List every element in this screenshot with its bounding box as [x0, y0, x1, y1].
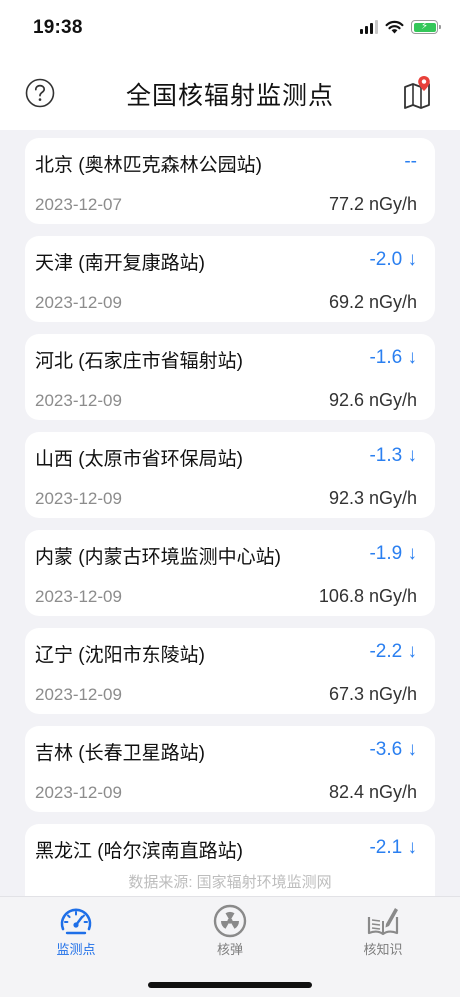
- station-card[interactable]: 北京 (奥林匹克森林公园站) -- 2023-12-07 77.2 nGy/h: [25, 138, 435, 224]
- station-name: 天津 (南开复康路站): [35, 253, 205, 274]
- tab-monitoring[interactable]: 监测点: [16, 903, 136, 958]
- station-card[interactable]: 山西 (太原市省环保局站) -1.3 ↓ 2023-12-09 92.3 nGy…: [25, 432, 435, 518]
- dose-change: -2.1 ↓: [369, 837, 417, 858]
- map-pin-icon[interactable]: [402, 75, 436, 109]
- measure-date: 2023-12-09: [35, 783, 122, 802]
- book-pen-icon: [367, 908, 399, 936]
- station-name: 辽宁 (沈阳市东陵站): [35, 645, 205, 666]
- dose-rate: 106.8 nGy/h: [318, 586, 417, 606]
- station-card[interactable]: 辽宁 (沈阳市东陵站) -2.2 ↓ 2023-12-09 67.3 nGy/h: [25, 628, 435, 714]
- data-source-note: 数据来源: 国家辐射环境监测网: [128, 874, 332, 891]
- station-name: 黑龙江 (哈尔滨南直路站): [35, 841, 243, 862]
- gauge-icon: [60, 908, 92, 935]
- status-time: 19:38: [33, 17, 83, 38]
- measure-date: 2023-12-09: [35, 685, 122, 704]
- measure-date: 2023-12-09: [35, 391, 122, 410]
- tab-label: 核弹: [216, 942, 243, 957]
- station-name: 内蒙 (内蒙古环境监测中心站): [35, 547, 281, 568]
- dose-rate: 77.2 nGy/h: [328, 194, 417, 214]
- station-name: 北京 (奥林匹克森林公园站): [35, 155, 262, 176]
- measure-date: 2023-12-09: [35, 587, 122, 606]
- tab-label: 监测点: [56, 942, 96, 957]
- home-indicator[interactable]: [148, 982, 312, 988]
- page-title: 全国核辐射监测点: [125, 82, 334, 110]
- dose-rate: 69.2 nGy/h: [328, 292, 417, 312]
- nav-bar: 全国核辐射监测点: [0, 58, 460, 130]
- tab-nuclear-knowledge[interactable]: 核知识: [323, 903, 443, 958]
- wifi-icon: [385, 20, 404, 34]
- station-card[interactable]: 天津 (南开复康路站) -2.0 ↓ 2023-12-09 69.2 nGy/h: [25, 236, 435, 322]
- station-list[interactable]: 北京 (奥林匹克森林公园站) -- 2023-12-07 77.2 nGy/h …: [0, 130, 460, 896]
- station-name: 吉林 (长春卫星路站): [35, 743, 205, 764]
- dose-change: -1.6 ↓: [369, 347, 417, 368]
- dose-change: -1.3 ↓: [369, 445, 417, 466]
- station-name: 河北 (石家庄市省辐射站): [35, 351, 243, 372]
- dose-rate: 92.3 nGy/h: [328, 488, 417, 508]
- status-icons: ⚡: [360, 20, 441, 34]
- tab-label: 核知识: [363, 942, 403, 957]
- dose-rate: 92.6 nGy/h: [328, 390, 417, 410]
- radiation-icon: [213, 904, 247, 938]
- station-card[interactable]: 河北 (石家庄市省辐射站) -1.6 ↓ 2023-12-09 92.6 nGy…: [25, 334, 435, 420]
- cellular-signal-icon: [360, 20, 378, 34]
- dose-change: -2.0 ↓: [369, 249, 417, 270]
- station-name: 山西 (太原市省环保局站): [35, 449, 243, 470]
- status-bar: 19:38 ⚡: [0, 0, 460, 58]
- dose-change: -1.9 ↓: [369, 543, 417, 564]
- station-card[interactable]: 内蒙 (内蒙古环境监测中心站) -1.9 ↓ 2023-12-09 106.8 …: [25, 530, 435, 616]
- measure-date: 2023-12-09: [35, 293, 122, 312]
- dose-change: -3.6 ↓: [369, 739, 417, 760]
- measure-date: 2023-12-07: [35, 195, 122, 214]
- battery-icon: ⚡: [411, 20, 441, 34]
- tab-nuclear-weapons[interactable]: 核弹: [170, 903, 290, 958]
- dose-change: -2.2 ↓: [369, 641, 417, 662]
- dose-change: --: [404, 151, 417, 172]
- dose-rate: 67.3 nGy/h: [328, 684, 417, 704]
- dose-rate: 82.4 nGy/h: [328, 782, 417, 802]
- station-card[interactable]: 吉林 (长春卫星路站) -3.6 ↓ 2023-12-09 82.4 nGy/h: [25, 726, 435, 812]
- measure-date: 2023-12-09: [35, 489, 122, 508]
